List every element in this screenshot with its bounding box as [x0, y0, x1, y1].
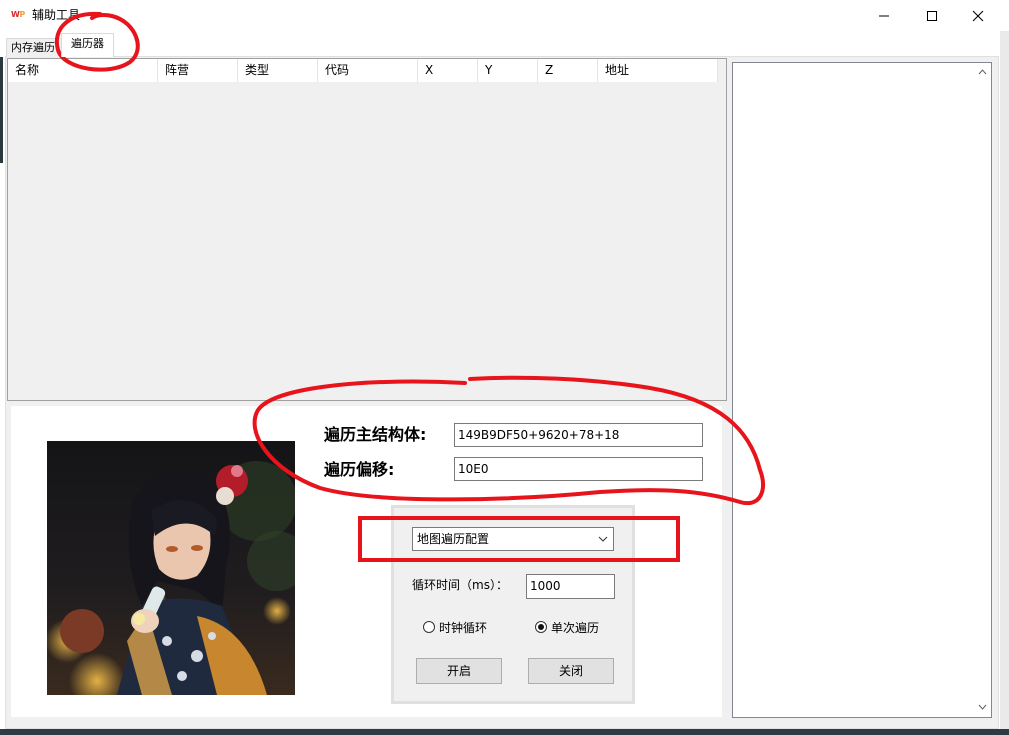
scroll-up-icon[interactable] — [978, 69, 987, 75]
tab-memory-traverse[interactable]: 内存遍历 — [6, 38, 62, 57]
background-window-edge — [0, 57, 3, 163]
struct-label: 遍历主结构体: — [324, 425, 427, 444]
offset-input[interactable]: 10E0 — [454, 457, 703, 481]
entity-list[interactable] — [7, 58, 727, 401]
radio-single-traverse[interactable]: 单次遍历 — [535, 619, 625, 637]
column-header-camp[interactable]: 阵营 — [158, 59, 238, 82]
radio-timer-label: 时钟循环 — [439, 621, 488, 635]
column-header-y[interactable]: Y — [478, 59, 538, 82]
output-pane[interactable] — [732, 62, 992, 718]
column-header-code[interactable]: 代码 — [318, 59, 418, 82]
maximize-icon — [927, 11, 937, 21]
minimize-icon — [879, 15, 889, 17]
start-button[interactable]: 开启 — [416, 658, 502, 684]
character-picture — [47, 441, 295, 695]
offset-label: 遍历偏移: — [324, 460, 395, 479]
background-window-edge — [1000, 31, 1009, 735]
tab-traverser[interactable]: 遍历器 — [61, 33, 114, 57]
radio-timer-loop[interactable]: 时钟循环 — [423, 619, 513, 637]
close-icon — [972, 10, 984, 22]
close-button[interactable]: 关闭 — [528, 658, 614, 684]
maximize-button[interactable] — [909, 0, 955, 31]
radio-unchecked-icon — [423, 621, 435, 633]
column-header-z[interactable]: Z — [538, 59, 598, 82]
minimize-button[interactable] — [861, 0, 907, 31]
column-header-name[interactable]: 名称 — [8, 59, 158, 82]
interval-input[interactable]: 1000 — [526, 574, 615, 599]
column-header-x[interactable]: X — [418, 59, 478, 82]
radio-single-label: 单次遍历 — [551, 621, 600, 635]
config-select[interactable]: 地图遍历配置 — [412, 527, 614, 551]
window-title: 辅助工具 — [32, 8, 81, 22]
interval-label: 循环时间（ms）： — [412, 578, 508, 592]
struct-input[interactable]: 149B9DF50+9620+78+18 — [454, 423, 703, 447]
taskbar-edge — [0, 729, 1009, 735]
app-icon: WP — [11, 10, 25, 19]
chevron-down-icon — [598, 536, 608, 542]
column-header-type[interactable]: 类型 — [238, 59, 318, 82]
window-close-button[interactable] — [955, 0, 1001, 31]
scroll-down-icon[interactable] — [978, 704, 987, 710]
config-select-value: 地图遍历配置 — [417, 532, 490, 546]
radio-checked-icon — [535, 621, 547, 633]
title-bar — [0, 0, 1009, 31]
column-header-address[interactable]: 地址 — [598, 59, 718, 82]
output-scrollbar[interactable] — [974, 63, 991, 717]
